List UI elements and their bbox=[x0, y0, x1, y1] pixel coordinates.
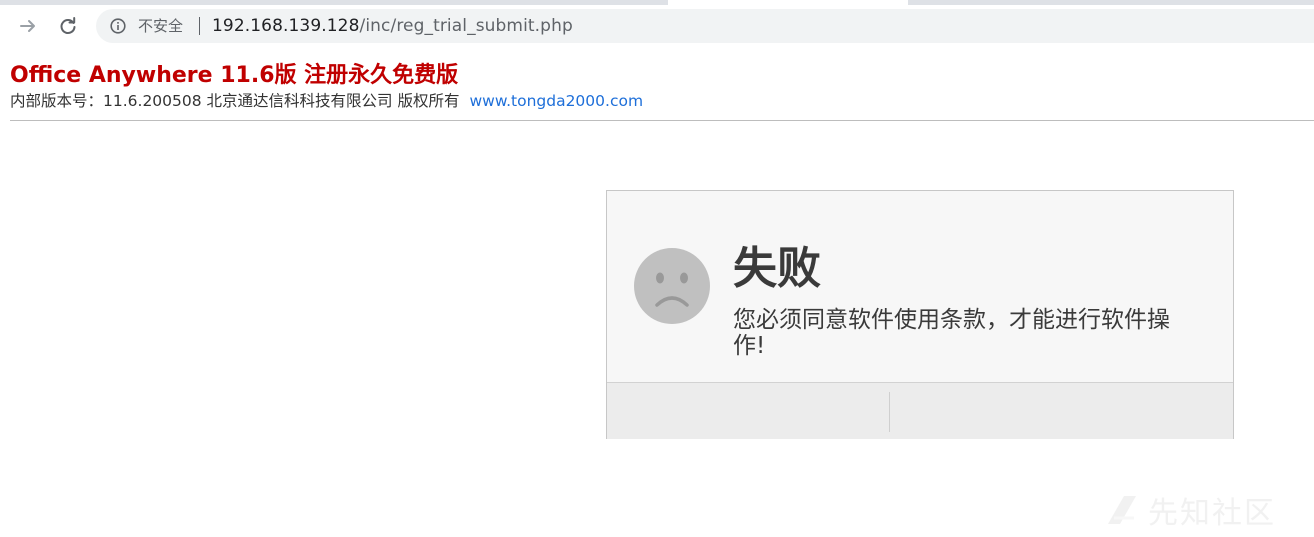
browser-toolbar: 不安全 192.168.139.128/inc/reg_trial_submit… bbox=[0, 5, 1314, 47]
sad-face-icon bbox=[633, 247, 711, 325]
arrow-right-icon bbox=[18, 16, 38, 36]
footer-button-left[interactable] bbox=[607, 383, 889, 439]
message-footer bbox=[607, 382, 1233, 439]
page-title: Office Anywhere 11.6版 注册永久免费版 bbox=[10, 63, 459, 88]
message-text: 您必须同意软件使用条款，才能进行软件操作! bbox=[733, 307, 1170, 359]
header-divider bbox=[10, 120, 1314, 121]
reload-button[interactable] bbox=[54, 12, 82, 40]
message-box: 失败 您必须同意软件使用条款，才能进行软件操作! bbox=[606, 190, 1234, 439]
info-icon[interactable] bbox=[110, 18, 126, 34]
forward-button[interactable] bbox=[14, 12, 42, 40]
message-body: 失败 您必须同意软件使用条款，才能进行软件操作! bbox=[607, 191, 1233, 382]
message-title: 失败 bbox=[733, 243, 821, 294]
version-info: 内部版本号：11.6.200508 北京通达信科科技有限公司 版权所有 bbox=[10, 92, 460, 110]
url-host: 192.168.139.128 bbox=[212, 16, 360, 36]
security-label[interactable]: 不安全 bbox=[138, 17, 183, 35]
address-bar[interactable]: 不安全 192.168.139.128/inc/reg_trial_submit… bbox=[96, 9, 1314, 43]
xianzhi-logo-icon bbox=[1104, 492, 1140, 528]
url-text[interactable]: 192.168.139.128/inc/reg_trial_submit.php bbox=[212, 16, 573, 36]
watermark: 先知社区 bbox=[1104, 490, 1276, 531]
watermark-text: 先知社区 bbox=[1148, 496, 1276, 531]
omnibox-separator bbox=[199, 17, 200, 35]
url-path: /inc/reg_trial_submit.php bbox=[359, 16, 573, 36]
footer-button-right[interactable] bbox=[890, 383, 1233, 439]
vendor-link[interactable]: www.tongda2000.com bbox=[469, 92, 643, 110]
reload-icon bbox=[58, 16, 78, 36]
page-subtitle: 内部版本号：11.6.200508 北京通达信科科技有限公司 版权所有 www.t… bbox=[10, 91, 643, 111]
